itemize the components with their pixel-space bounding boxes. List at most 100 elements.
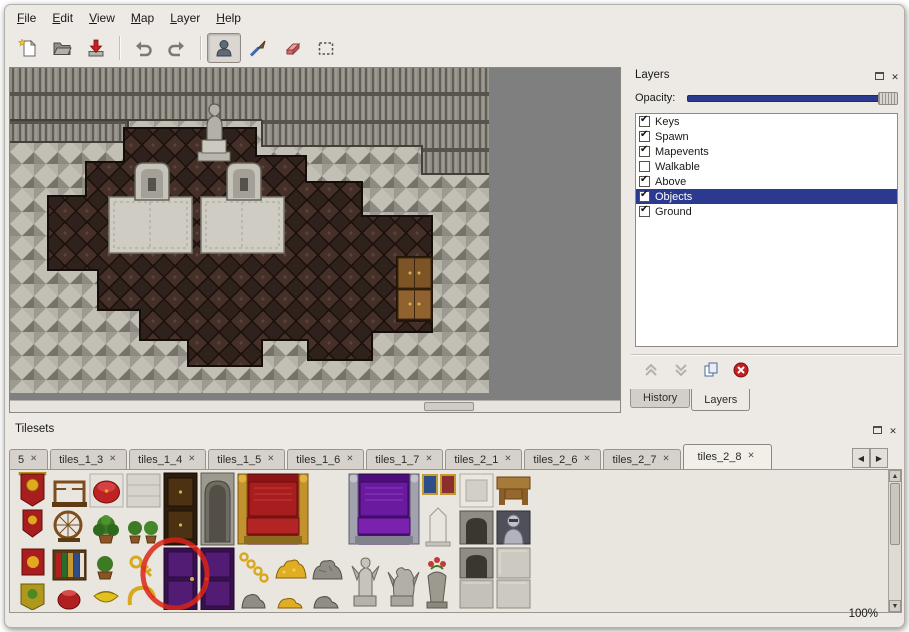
menu-view[interactable]: View [81, 8, 123, 28]
tileset-tab-tiles-1-5[interactable]: tiles_1_5 [208, 449, 285, 469]
tile-bananas[interactable] [94, 592, 118, 603]
menu-edit[interactable]: Edit [44, 8, 81, 28]
float-panel-button[interactable] [872, 68, 886, 82]
layer-visibility-checkbox[interactable] [639, 176, 650, 187]
tileset-tab-tiles-1-7[interactable]: tiles_1_7 [366, 449, 443, 469]
tile-gold-pile[interactable] [276, 560, 306, 578]
tile-obelisk-white[interactable] [426, 508, 450, 546]
tileset-tab-5[interactable]: 5 [9, 449, 48, 469]
move-layer-down-button[interactable] [669, 360, 692, 380]
layer-visibility-checkbox[interactable] [639, 131, 650, 142]
tab-close-icon[interactable] [663, 455, 672, 465]
undo-button[interactable] [126, 33, 160, 63]
tile-banner-yellow[interactable] [21, 584, 44, 610]
tileset-tab-tiles-1-6[interactable]: tiles_1_6 [287, 449, 364, 469]
tile-white-panel[interactable] [460, 474, 493, 507]
tile-plants-two[interactable] [128, 521, 158, 543]
eraser-tool-button[interactable] [275, 33, 309, 63]
tab-close-icon[interactable] [583, 455, 592, 465]
tile-gold-small[interactable] [278, 599, 302, 609]
tile-banner-red-small[interactable] [23, 510, 42, 537]
new-file-button[interactable] [11, 33, 45, 63]
tile-throne-red[interactable] [238, 474, 308, 544]
tab-layers[interactable]: Layers [691, 389, 750, 411]
tab-close-icon[interactable] [346, 455, 355, 465]
layer-row-objects[interactable]: Objects [636, 189, 897, 204]
layer-row-ground[interactable]: Ground [636, 204, 897, 219]
tab-close-icon[interactable] [267, 455, 276, 465]
layer-row-above[interactable]: Above [636, 174, 897, 189]
tab-history[interactable]: History [630, 389, 690, 408]
map-hscroll-thumb[interactable] [424, 402, 474, 411]
save-button[interactable] [79, 33, 113, 63]
tile-banner-red[interactable] [19, 472, 46, 506]
tab-close-icon[interactable] [425, 455, 434, 465]
tile-stone-door[interactable] [201, 473, 234, 545]
tile-rock-pile[interactable] [313, 561, 342, 579]
opacity-slider[interactable] [687, 92, 898, 105]
tile-spinning-wheel[interactable] [55, 512, 81, 542]
tileset-image[interactable] [14, 472, 532, 610]
layer-visibility-checkbox[interactable] [639, 191, 650, 202]
tile-desk[interactable] [497, 477, 530, 505]
tile-picture-frames[interactable] [423, 475, 455, 494]
layer-row-keys[interactable]: Keys [636, 114, 897, 129]
menu-file[interactable]: File [9, 8, 44, 28]
tab-close-icon[interactable] [504, 455, 513, 465]
tile-armor[interactable] [497, 511, 530, 544]
tab-close-icon[interactable] [188, 455, 197, 465]
tile-rock-3[interactable] [314, 597, 338, 608]
layer-row-walkable[interactable]: Walkable [636, 159, 897, 174]
tab-scroll-left-button[interactable]: ◀ [852, 448, 870, 468]
tileset-tab-tiles-2-8[interactable]: tiles_2_8 [683, 444, 772, 469]
tile-throne-purple[interactable] [349, 474, 419, 544]
tileset-tab-tiles-1-3[interactable]: tiles_1_3 [50, 449, 127, 469]
tile-shelf-light[interactable] [127, 474, 160, 507]
tile-pouf-red[interactable] [90, 474, 123, 507]
close-panel-button[interactable] [888, 68, 902, 82]
brush-tool-button[interactable] [241, 33, 275, 63]
layer-visibility-checkbox[interactable] [639, 206, 650, 217]
tile-crypt-small[interactable] [460, 511, 493, 544]
tile-gold-chain[interactable] [241, 554, 268, 582]
close-panel-button[interactable] [886, 422, 900, 436]
layer-visibility-checkbox[interactable] [639, 161, 650, 172]
tab-close-icon[interactable] [748, 452, 757, 462]
layer-row-mapevents[interactable]: Mapevents [636, 144, 897, 159]
tile-plant-pot[interactable] [93, 515, 119, 543]
tab-close-icon[interactable] [109, 455, 118, 465]
tileset-tab-tiles-1-4[interactable]: tiles_1_4 [129, 449, 206, 469]
tile-urn-flowers[interactable] [427, 557, 447, 608]
tileset-tab-tiles-2-1[interactable]: tiles_2_1 [445, 449, 522, 469]
layer-visibility-checkbox[interactable] [639, 146, 650, 157]
tile-statue-angel[interactable] [352, 558, 379, 606]
tile-statue-gargoyle[interactable] [388, 568, 419, 606]
layer-visibility-checkbox[interactable] [639, 116, 650, 127]
tileset-tab-tiles-2-6[interactable]: tiles_2_6 [524, 449, 601, 469]
tile-plant-small[interactable] [97, 556, 113, 579]
tile-pot-red[interactable] [58, 590, 80, 609]
tile-cabinet-dark[interactable] [164, 473, 197, 545]
opacity-slider-handle[interactable] [878, 92, 898, 105]
tile-rock-2[interactable] [242, 595, 265, 608]
scroll-down-button[interactable]: ▼ [889, 600, 901, 612]
map-canvas[interactable] [9, 67, 621, 413]
tab-close-icon[interactable] [30, 455, 39, 465]
delete-layer-button[interactable] [729, 360, 752, 380]
map-horizontal-scrollbar[interactable] [10, 400, 620, 412]
open-folder-button[interactable] [45, 33, 79, 63]
menu-map[interactable]: Map [123, 8, 162, 28]
menu-help[interactable]: Help [208, 8, 249, 28]
tile-loom[interactable] [52, 482, 87, 507]
tile-crypt-large[interactable] [460, 548, 493, 578]
duplicate-layer-button[interactable] [699, 360, 722, 380]
layer-row-spawn[interactable]: Spawn [636, 129, 897, 144]
tileset-vertical-scrollbar[interactable]: ▲ ▼ [888, 470, 901, 612]
tab-scroll-right-button[interactable]: ▶ [870, 448, 888, 468]
redo-button[interactable] [160, 33, 194, 63]
menu-layer[interactable]: Layer [162, 8, 208, 28]
stamp-tool-button[interactable] [207, 33, 241, 63]
tile-books[interactable] [53, 550, 86, 580]
scroll-up-button[interactable]: ▲ [889, 470, 901, 482]
float-panel-button[interactable] [870, 422, 884, 436]
